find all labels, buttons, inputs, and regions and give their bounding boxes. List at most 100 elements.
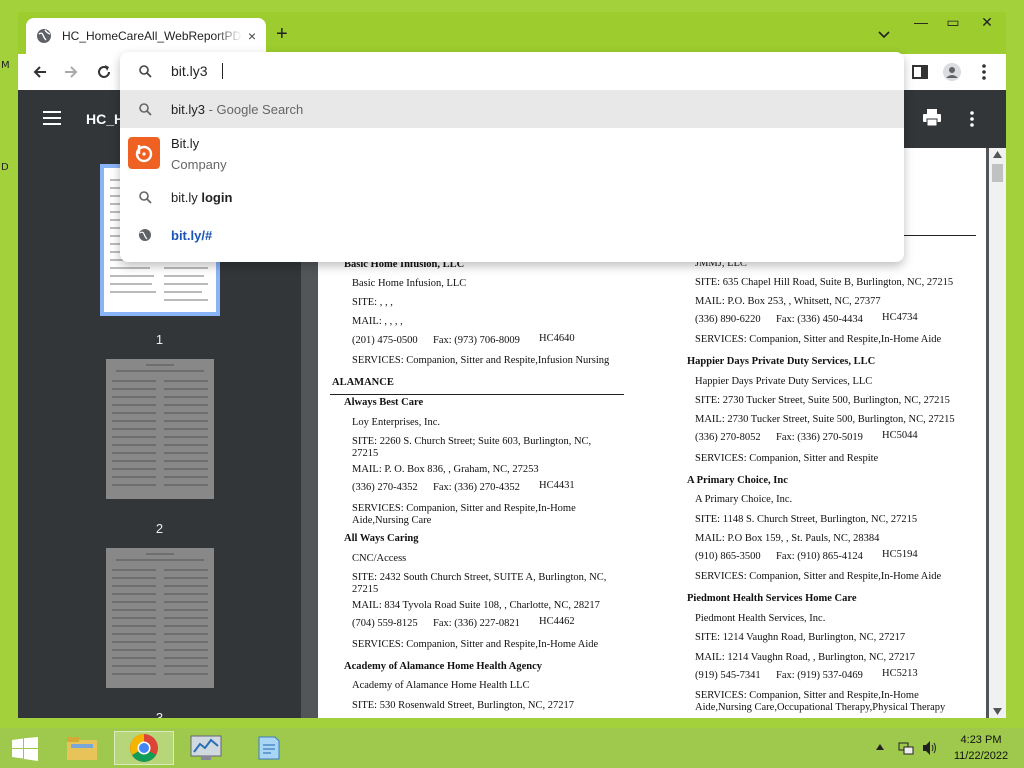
- hamburger-menu-icon[interactable]: [43, 111, 61, 125]
- agency-site: SITE: 1214 Vaughn Road, Burlington, NC, …: [695, 632, 906, 643]
- agency-company: Loy Enterprises, Inc.: [352, 417, 441, 428]
- side-panel-icon[interactable]: [910, 62, 930, 82]
- tray-expand-icon[interactable]: [876, 744, 884, 750]
- agency-fax: Fax: (336) 450-4434: [776, 314, 863, 325]
- omnibox-input-row[interactable]: bit.ly3: [120, 52, 904, 90]
- text-cursor: [222, 63, 223, 79]
- agency-name: Happier Days Private Duty Services, LLC: [687, 356, 876, 367]
- agency-id: HC5194: [882, 549, 918, 560]
- file-explorer-taskbar-button[interactable]: [52, 731, 112, 765]
- agency-site: SITE: 2730 Tucker Street, Suite 500, Bur…: [695, 395, 950, 406]
- agency-phone: (910) 865-3500: [695, 551, 761, 562]
- monitor-chart-icon: [190, 735, 222, 760]
- scroll-down-arrow-icon[interactable]: [993, 708, 1002, 715]
- vertical-scrollbar[interactable]: [989, 148, 1006, 718]
- back-icon[interactable]: [30, 62, 50, 82]
- tab-title: HC_HomeCareAll_WebReportPDF: [62, 29, 242, 43]
- search-icon: [139, 103, 152, 116]
- windows-start-icon[interactable]: [12, 737, 38, 761]
- bitly-logo-icon: [128, 137, 160, 169]
- profile-avatar-icon[interactable]: [942, 62, 962, 82]
- task-manager-taskbar-button[interactable]: [176, 731, 236, 765]
- agency-company: A Primary Choice, Inc.: [695, 494, 793, 505]
- agency-fax: Fax: (973) 706-8009: [433, 335, 520, 346]
- reload-icon[interactable]: [94, 62, 114, 82]
- chevron-down-icon[interactable]: [876, 26, 892, 42]
- tab-close-icon[interactable]: ×: [248, 28, 256, 44]
- suggestion-item[interactable]: bit.ly3 - Google Search: [120, 90, 904, 128]
- suggestion-url: bit.ly/#: [171, 227, 213, 243]
- globe-icon: [37, 29, 51, 43]
- agency-phone: (919) 545-7341: [695, 670, 761, 681]
- browser-window: — ▭ ✕ HC_HomeCareAll_WebReportPDF × + bi…: [18, 12, 1006, 718]
- suggestion-text: bit.ly: [171, 189, 202, 205]
- agency-services: SERVICES: Companion, Sitter and Respite: [695, 453, 879, 464]
- agency-phone: (336) 270-4352: [352, 482, 418, 493]
- notepad-icon: [258, 736, 280, 760]
- omnibox-input[interactable]: bit.ly3: [171, 63, 208, 79]
- taskbar: 4:23 PM 11/22/2022: [0, 728, 1024, 768]
- suggestion-text: bit.ly3: [171, 101, 205, 117]
- omnibox-dropdown: bit.ly3 bit.ly3 - Google Search Bit.ly C…: [120, 52, 904, 262]
- agency-fax: Fax: (919) 537-0469: [776, 670, 863, 681]
- agency-mail: MAIL: P.O. Box 253, , Whitsett, NC, 2737…: [695, 296, 881, 307]
- agency-company: CNC/Access: [352, 553, 407, 564]
- agency-name: Piedmont Health Services Home Care: [687, 593, 857, 604]
- more-options-icon[interactable]: [962, 109, 982, 129]
- agency-name: A Primary Choice, Inc: [687, 475, 788, 486]
- agency-name: Always Best Care: [344, 397, 424, 408]
- clock-date: 11/22/2022: [953, 750, 1009, 762]
- agency-services: SERVICES: Companion, Sitter and Respite,…: [695, 690, 919, 701]
- minimize-button[interactable]: —: [906, 12, 936, 32]
- suggestion-item[interactable]: bit.ly login: [120, 178, 904, 216]
- agency-site: SITE: 2432 South Church Street, SUITE A,…: [352, 572, 607, 595]
- desktop-label: M: [1, 60, 10, 71]
- agency-id: HC4640: [539, 333, 575, 344]
- network-icon[interactable]: [898, 740, 914, 756]
- thumbnail-preview: [112, 364, 208, 486]
- clock-time: 4:23 PM: [960, 734, 1002, 746]
- agency-site: SITE: 1148 S. Church Street, Burlington,…: [695, 514, 918, 525]
- agency-services: SERVICES: Companion, Sitter and Respite,…: [695, 571, 942, 582]
- page-thumbnail[interactable]: [106, 359, 214, 499]
- scroll-up-arrow-icon[interactable]: [993, 151, 1002, 158]
- agency-mail: MAIL: 834 Tyvola Road Suite 108, , Charl…: [352, 600, 600, 611]
- notepad-taskbar-button[interactable]: [238, 731, 298, 765]
- suggestion-bold: login: [201, 189, 233, 205]
- system-clock[interactable]: 4:23 PM 11/22/2022: [946, 732, 1016, 764]
- browser-tab[interactable]: HC_HomeCareAll_WebReportPDF ×: [26, 18, 266, 54]
- agency-site: SITE: 530 Rosenwald Street, Burlington, …: [352, 700, 574, 711]
- new-tab-button[interactable]: +: [276, 24, 288, 44]
- agency-id: HC5213: [882, 668, 918, 679]
- agency-fax: Fax: (910) 865-4124: [776, 551, 863, 562]
- menu-dots-icon[interactable]: [974, 62, 994, 82]
- agency-company: Happier Days Private Duty Services, LLC: [695, 376, 873, 387]
- page-thumbnail[interactable]: [106, 548, 214, 688]
- agency-services: SERVICES: Companion, Sitter and Respite,…: [352, 639, 599, 650]
- desktop-label: D: [1, 162, 9, 173]
- agency-mail: MAIL: 1214 Vaughn Road, , Burlington, NC…: [695, 652, 916, 663]
- close-window-button[interactable]: ✕: [970, 12, 1004, 32]
- search-icon: [139, 191, 152, 204]
- suggestion-item[interactable]: Bit.ly Company: [120, 128, 904, 178]
- agency-phone: (336) 890-6220: [695, 314, 761, 325]
- globe-icon: [139, 229, 151, 241]
- thumbnail-preview: [112, 553, 208, 675]
- chrome-icon: [130, 734, 158, 762]
- scrollbar-thumb[interactable]: [992, 164, 1003, 182]
- volume-icon[interactable]: [922, 740, 938, 756]
- agency-mail: MAIL: P.O Box 159, , St. Pauls, NC, 2838…: [695, 533, 880, 544]
- suggestion-item[interactable]: bit.ly/#: [120, 216, 904, 254]
- page-number: 3: [155, 710, 164, 718]
- search-icon: [139, 65, 152, 78]
- agency-id: HC4734: [882, 312, 918, 323]
- agency-company: Piedmont Health Services, Inc.: [695, 613, 826, 624]
- print-icon[interactable]: [922, 109, 942, 127]
- pdf-title: HC_H: [86, 111, 125, 127]
- forward-icon[interactable]: [61, 62, 81, 82]
- divider: [330, 394, 624, 395]
- chrome-taskbar-button[interactable]: [114, 731, 174, 765]
- restore-button[interactable]: ▭: [938, 12, 968, 32]
- agency-mail: MAIL: 2730 Tucker Street, Suite 500, Bur…: [695, 414, 955, 425]
- county-heading: ALAMANCE: [332, 377, 394, 388]
